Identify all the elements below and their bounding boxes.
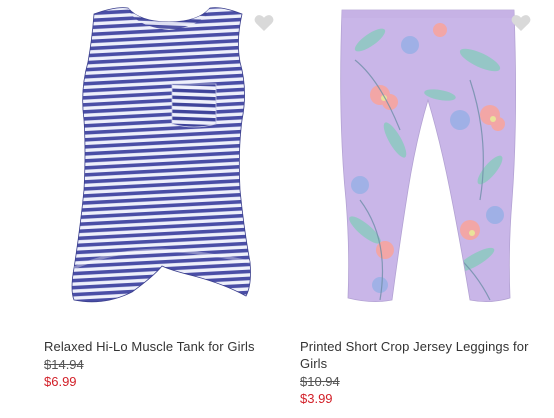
product-image-leggings[interactable] [300,0,550,330]
favorite-heart-icon[interactable] [511,14,531,32]
product-image-tank[interactable] [44,0,294,330]
floral-leggings-image [340,9,516,302]
product-name[interactable]: Printed Short Crop Jersey Leggings for G… [300,338,550,372]
sale-price: $6.99 [44,374,77,389]
product-name[interactable]: Relaxed Hi-Lo Muscle Tank for Girls [44,338,294,355]
striped-tank-top-image [71,7,251,303]
sale-price: $3.99 [300,391,333,406]
favorite-heart-icon[interactable] [254,14,274,32]
original-price: $14.94 [44,357,84,372]
original-price: $10.94 [300,374,340,389]
